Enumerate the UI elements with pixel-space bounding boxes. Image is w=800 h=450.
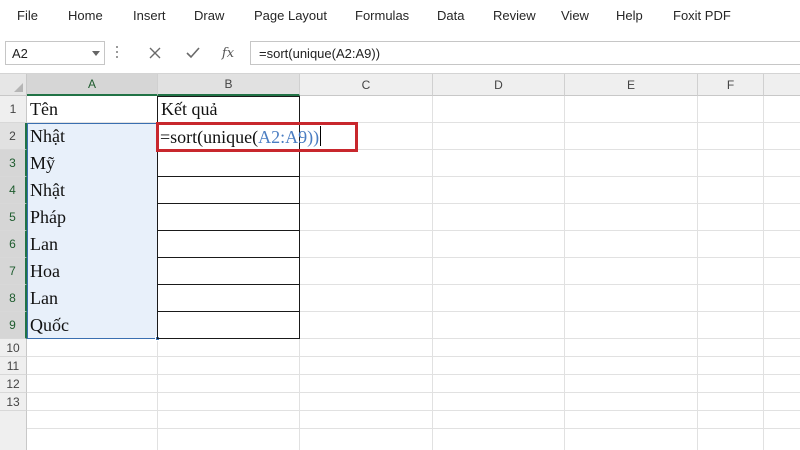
cell-a2[interactable]: Nhật: [30, 123, 65, 150]
row-header-5[interactable]: 5: [0, 204, 27, 231]
spreadsheet-grid: A B C D E F 1 2 3 4 5 6 7 8 9 10 11 12 1…: [0, 74, 800, 450]
row-header-13[interactable]: 13: [0, 393, 27, 411]
menu-review[interactable]: Review: [493, 8, 536, 23]
column-header-e[interactable]: E: [565, 74, 698, 96]
menu-page-layout[interactable]: Page Layout: [254, 8, 327, 23]
cell-a1[interactable]: Tên: [30, 96, 58, 123]
row-header-3[interactable]: 3: [0, 150, 27, 177]
column-header-d[interactable]: D: [433, 74, 565, 96]
select-all-corner[interactable]: [0, 74, 27, 96]
row-header-10[interactable]: 10: [0, 339, 27, 357]
column-header-b[interactable]: B: [158, 74, 300, 96]
row-header-4[interactable]: 4: [0, 177, 27, 204]
formula-input[interactable]: =sort(unique(A2:A9)): [250, 41, 800, 65]
name-box[interactable]: A2: [5, 41, 105, 65]
cell-a5[interactable]: Pháp: [30, 204, 66, 231]
formula-bar: A2 fx =sort(unique(A2:A9)): [0, 34, 800, 74]
column-header-a[interactable]: A: [27, 74, 158, 96]
menu-home[interactable]: Home: [68, 8, 103, 23]
name-box-value: A2: [12, 46, 28, 61]
cell-a6[interactable]: Lan: [30, 231, 58, 258]
cell-b1[interactable]: Kết quả: [161, 96, 217, 123]
menu-formulas[interactable]: Formulas: [355, 8, 409, 23]
menu-draw[interactable]: Draw: [194, 8, 224, 23]
column-header-f[interactable]: F: [698, 74, 764, 96]
menu-view[interactable]: View: [561, 8, 589, 23]
menu-file[interactable]: File: [17, 8, 38, 23]
row-header-12[interactable]: 12: [0, 375, 27, 393]
row-header-more[interactable]: [0, 411, 27, 450]
menu-insert[interactable]: Insert: [133, 8, 166, 23]
formula-highlight-box: [156, 122, 358, 152]
row-header-9[interactable]: 9: [0, 312, 27, 339]
row-header-1[interactable]: 1: [0, 96, 27, 123]
cell-a3[interactable]: Mỹ: [30, 150, 55, 177]
formula-text: =sort(unique(A2:A9)): [259, 46, 381, 61]
menu-help[interactable]: Help: [616, 8, 643, 23]
menu-data[interactable]: Data: [437, 8, 464, 23]
cell-a7[interactable]: Hoa: [30, 258, 60, 285]
row-header-6[interactable]: 6: [0, 231, 27, 258]
drag-handle-icon[interactable]: [115, 46, 119, 62]
ribbon-menu-bar: File Home Insert Draw Page Layout Formul…: [0, 0, 800, 34]
row-header-8[interactable]: 8: [0, 285, 27, 312]
menu-foxit-pdf[interactable]: Foxit PDF: [673, 8, 731, 23]
cell-a8[interactable]: Lan: [30, 285, 58, 312]
row-header-7[interactable]: 7: [0, 258, 27, 285]
cell-a9[interactable]: Quốc: [30, 312, 69, 339]
chevron-down-icon[interactable]: [92, 51, 100, 56]
confirm-check-icon[interactable]: [180, 41, 206, 65]
column-header-next[interactable]: [764, 74, 800, 96]
cell-a4[interactable]: Nhật: [30, 177, 65, 204]
cancel-x-icon[interactable]: [142, 41, 168, 65]
row-header-2[interactable]: 2: [0, 123, 27, 150]
insert-function-fx-icon[interactable]: fx: [215, 41, 241, 65]
column-header-c[interactable]: C: [300, 74, 433, 96]
row-header-11[interactable]: 11: [0, 357, 27, 375]
